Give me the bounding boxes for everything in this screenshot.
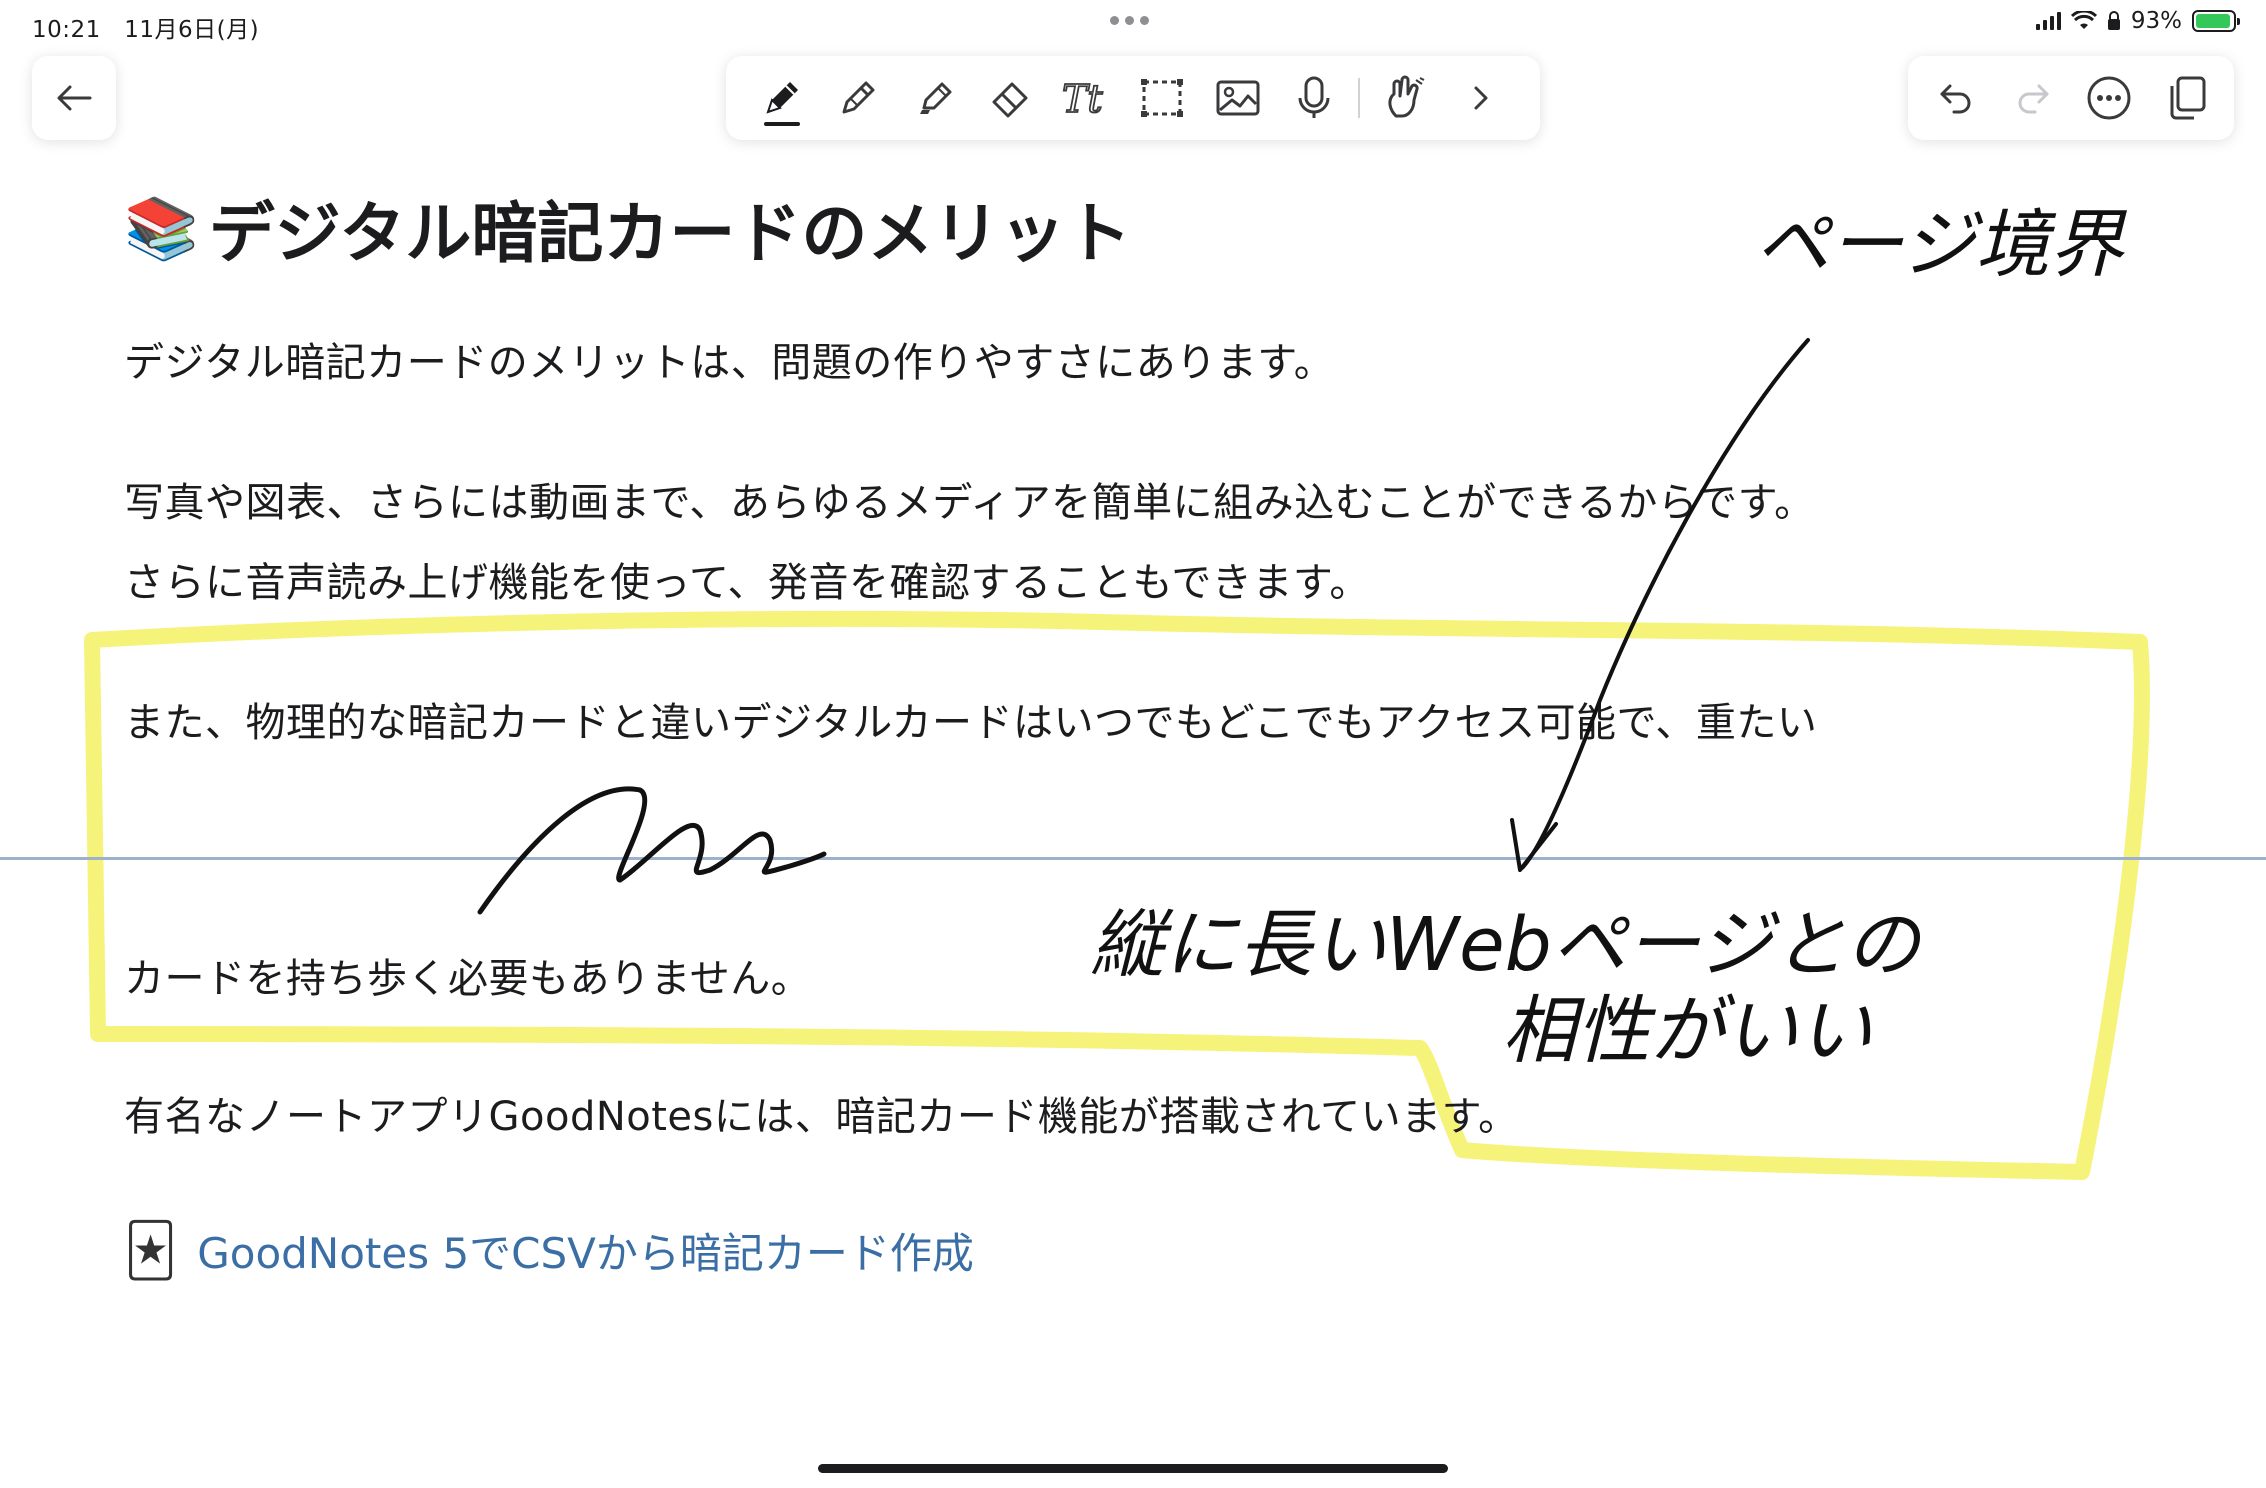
handwritten-page-boundary: ページ境界 (1755, 202, 2128, 288)
scribble-stroke (477, 786, 827, 915)
handwritten-note-line-1: 縦に長いWebページとの (1090, 902, 1923, 988)
home-indicator[interactable] (818, 1464, 1448, 1473)
ink-annotations: ページ境界 縦に長いWebページとの 相性がいい (477, 202, 2128, 1074)
arrow-head (1510, 818, 1558, 872)
arrow-line (1520, 338, 1810, 870)
handwritten-note-line-2: 相性がいい (1502, 988, 1872, 1074)
